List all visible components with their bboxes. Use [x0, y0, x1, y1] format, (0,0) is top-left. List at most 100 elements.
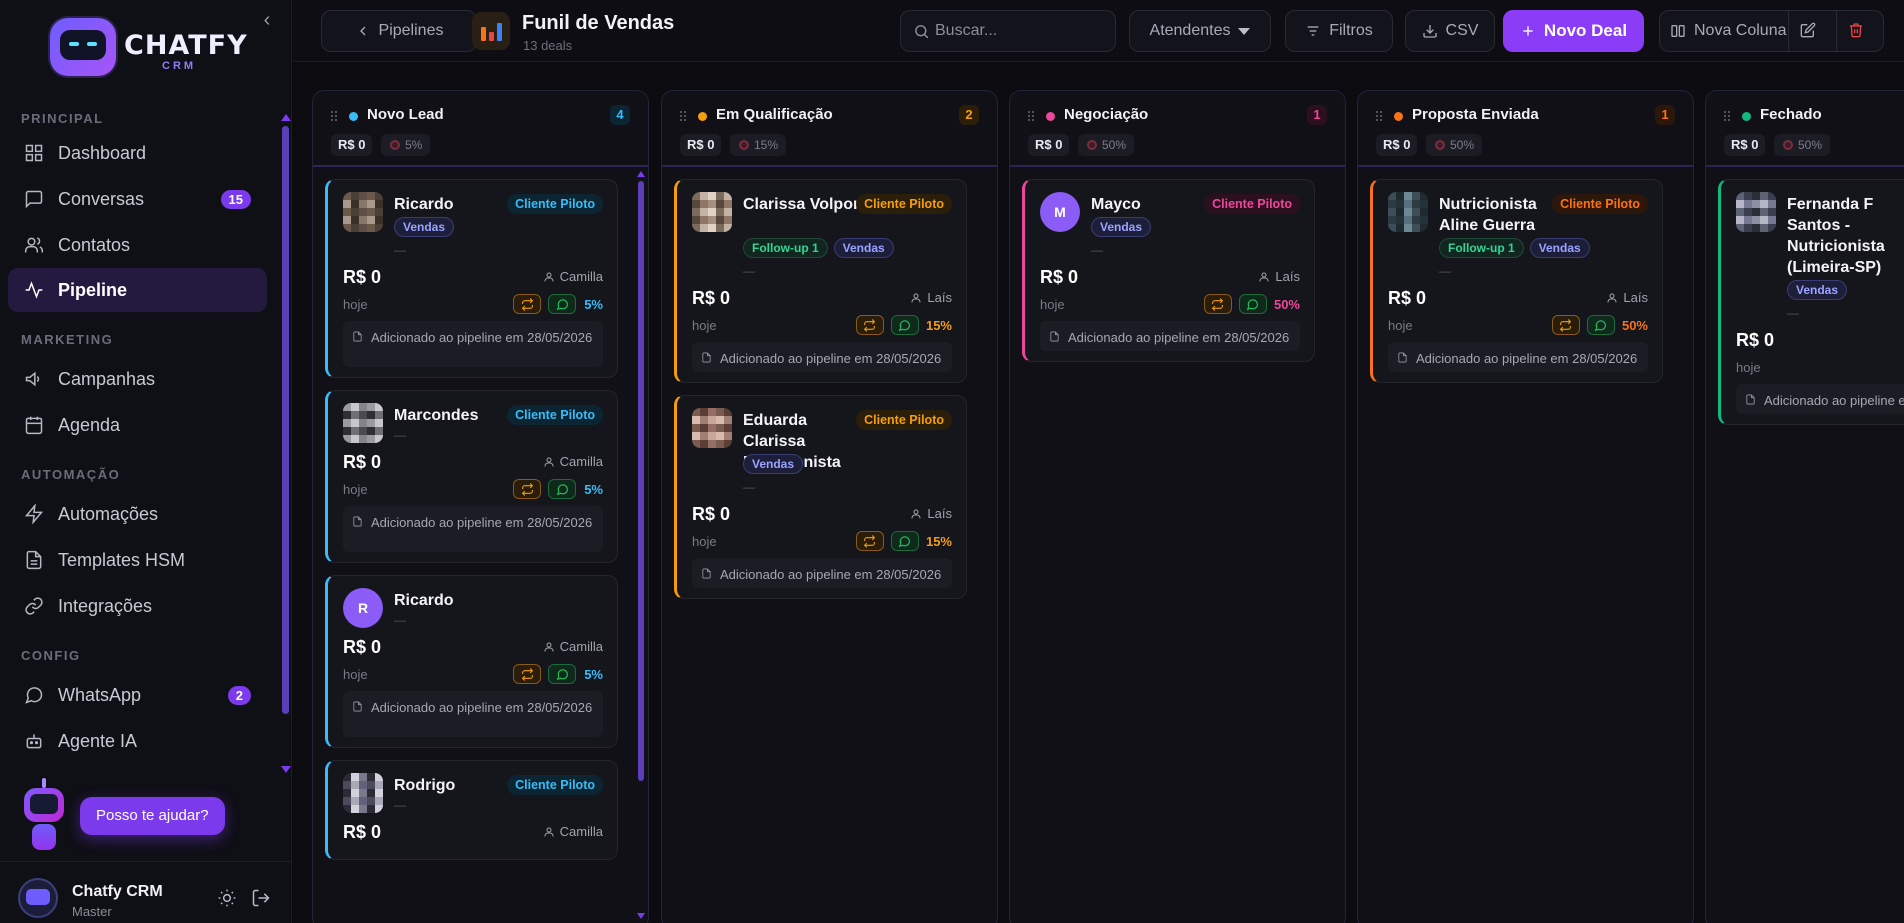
deal-card[interactable]: Eduarda Clarissa NutricionistaCliente Pi… — [674, 395, 967, 599]
sidebar-item-whatsapp[interactable]: WhatsApp 2 — [8, 673, 267, 717]
tag-follow-up[interactable]: Follow-up 1 — [1439, 238, 1524, 258]
avatar[interactable] — [1388, 192, 1428, 232]
sidebar-nav: PRINCIPAL Dashboard Conversas 15 Contato… — [0, 100, 282, 780]
whatsapp-button[interactable] — [548, 479, 576, 499]
avatar[interactable] — [18, 878, 58, 918]
avatar[interactable] — [343, 192, 383, 232]
probability-value: 50% — [1102, 138, 1127, 152]
document-icon — [702, 352, 711, 363]
drag-handle-icon[interactable] — [680, 111, 688, 123]
avatar[interactable]: R — [343, 588, 383, 628]
assistant-helper[interactable]: Posso te ajudar? — [18, 778, 288, 858]
deal-owner: Camilla — [543, 824, 603, 839]
chart-icon — [472, 12, 510, 50]
whatsapp-button[interactable] — [1586, 315, 1615, 335]
avatar[interactable] — [692, 192, 732, 232]
target-icon — [1783, 140, 1793, 150]
repeat-button[interactable] — [513, 294, 541, 314]
sidebar-item-contatos[interactable]: Contatos — [8, 223, 267, 267]
repeat-button[interactable] — [513, 479, 541, 499]
pipeline-column: Em Qualificação 2 R$ 0 15% Clarissa Volponi C… — [661, 90, 998, 923]
deal-name: Ricardo — [394, 196, 454, 213]
delete-pipeline-button[interactable] — [1848, 22, 1864, 38]
whatsapp-button[interactable] — [548, 664, 576, 684]
logout-button[interactable] — [251, 888, 273, 910]
sidebar-item-label: Agenda — [58, 414, 121, 435]
repeat-button[interactable] — [855, 531, 884, 551]
sidebar-item-agente-ia[interactable]: Agente IA — [8, 719, 267, 763]
whatsapp-button[interactable] — [890, 531, 919, 551]
repeat-button[interactable] — [1203, 294, 1232, 314]
user-icon — [911, 509, 921, 518]
search-input[interactable] — [935, 11, 1111, 51]
chat-icon — [25, 190, 43, 209]
drag-handle-icon[interactable] — [1724, 111, 1732, 123]
deal-card[interactable]: Ricardo Cliente Piloto Vendas — R$ 0 Camilla h… — [325, 179, 618, 378]
deal-card[interactable]: Fernanda F Santos - Nutricionista (Limei… — [1718, 179, 1904, 425]
sidebar-item-integracoes[interactable]: Integrações — [8, 584, 267, 628]
avatar[interactable] — [343, 403, 383, 443]
sidebar-item-templates-hsm[interactable]: Templates HSM — [8, 538, 267, 582]
robot-icon — [26, 734, 42, 749]
avatar[interactable]: M — [1040, 192, 1080, 232]
sidebar-item-conversas[interactable]: Conversas 15 — [8, 177, 267, 221]
sidebar-item-campanhas[interactable]: Campanhas — [8, 357, 267, 401]
drag-handle-icon[interactable] — [1376, 111, 1384, 123]
deal-card[interactable]: Marcondes Cliente Piloto — R$ 0 Camilla hoje 5… — [325, 390, 618, 563]
assistant-robot-icon[interactable] — [24, 778, 64, 854]
whatsapp-button[interactable] — [890, 315, 919, 335]
section-automacao: AUTOMAÇÃO — [21, 467, 121, 482]
tag-vendas[interactable]: Vendas — [833, 238, 894, 258]
repeat-button[interactable] — [1551, 315, 1580, 335]
deal-value: R$ 0 — [1040, 267, 1079, 287]
column-scrollbar[interactable] — [637, 169, 646, 923]
sidebar-scrollbar[interactable] — [281, 112, 291, 773]
deal-probability: 15% — [925, 317, 952, 333]
help-bubble[interactable]: Posso te ajudar? — [80, 797, 225, 835]
avatar[interactable] — [343, 773, 383, 813]
new-deal-button[interactable]: Novo Deal — [1503, 10, 1644, 52]
tag-vendas[interactable]: Vendas — [1787, 280, 1848, 300]
deal-card[interactable]: Rodrigo Cliente Piloto — R$ 0 Camilla — [325, 760, 618, 860]
tag-vendas[interactable]: Vendas — [1091, 217, 1152, 237]
tag-follow-up[interactable]: Follow-up 1 — [743, 238, 828, 258]
sidebar-item-pipeline[interactable]: Pipeline — [8, 268, 267, 312]
tag-vendas[interactable]: Vendas — [1529, 238, 1590, 258]
drag-handle-icon[interactable] — [1028, 111, 1036, 123]
deal-card[interactable]: Clarissa Volponi Cliente Piloto Follow-up … — [674, 179, 967, 383]
drag-handle-icon[interactable] — [331, 111, 339, 123]
sidebar: CHATFY CRM ‹ PRINCIPAL Dashboard Convers… — [0, 0, 292, 923]
filters-button[interactable]: Filtros — [1285, 10, 1393, 52]
pilot-badge: Cliente Piloto — [1204, 194, 1300, 214]
column-title: Novo Lead — [367, 106, 444, 123]
sidebar-item-automacoes[interactable]: Automações — [8, 492, 267, 536]
tag-vendas[interactable]: Vendas — [743, 454, 804, 474]
whatsapp-button[interactable] — [548, 294, 576, 314]
avatar[interactable] — [1736, 192, 1776, 232]
column-probability: 50% — [1426, 134, 1483, 156]
repeat-button[interactable] — [855, 315, 884, 335]
csv-export-button[interactable]: CSV — [1405, 10, 1495, 52]
new-column-button[interactable]: Nova Coluna — [1670, 22, 1787, 40]
edit-pipeline-button[interactable] — [1800, 22, 1816, 38]
deal-card[interactable]: M Mayco Cliente Piloto Vendas — R$ 0 Laís hoje 5… — [1022, 179, 1315, 362]
chatfy-logo[interactable]: CHATFY CRM — [50, 16, 247, 82]
back-to-pipelines-button[interactable]: Pipelines — [321, 10, 477, 52]
tag-vendas[interactable]: Vendas — [394, 217, 455, 237]
deal-placeholder: — — [743, 480, 755, 494]
deal-card[interactable]: R Ricardo — R$ 0 Camilla hoje 5% Adicionado ao … — [325, 575, 618, 748]
theme-toggle-button[interactable] — [217, 888, 239, 910]
collapse-sidebar-icon[interactable]: ‹ — [256, 10, 278, 32]
search-box[interactable] — [900, 10, 1116, 52]
user-icon — [911, 293, 921, 302]
repeat-icon — [1560, 318, 1572, 332]
pilot-badge: Cliente Piloto — [507, 194, 603, 214]
owner-name: Camilla — [559, 824, 603, 839]
attendants-dropdown[interactable]: Atendentes — [1129, 10, 1271, 52]
deal-card[interactable]: Nutricionista Aline Guerra Cliente Piloto… — [1370, 179, 1663, 383]
sidebar-item-agenda[interactable]: Agenda — [8, 403, 267, 447]
repeat-button[interactable] — [513, 664, 541, 684]
avatar[interactable] — [692, 408, 732, 448]
sidebar-item-dashboard[interactable]: Dashboard — [8, 131, 267, 175]
whatsapp-button[interactable] — [1238, 294, 1267, 314]
